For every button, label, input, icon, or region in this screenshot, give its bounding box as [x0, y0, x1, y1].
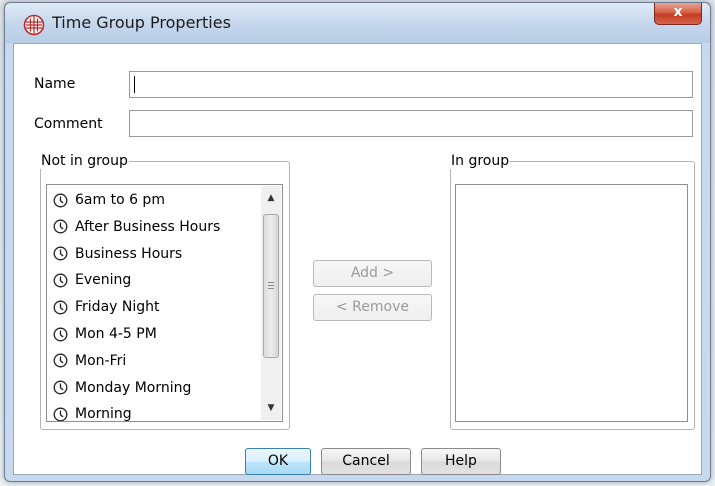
cancel-button[interactable]: Cancel: [321, 448, 411, 475]
scroll-down-icon[interactable]: ▼: [261, 400, 281, 416]
list-item-label: Morning: [75, 406, 132, 422]
remove-button[interactable]: < Remove: [313, 294, 432, 321]
text-caret: [134, 76, 135, 93]
clock-icon: [53, 327, 68, 341]
help-button[interactable]: Help: [421, 448, 501, 475]
window-title: Time Group Properties: [52, 13, 231, 32]
dialog-body: Name Comment Not in group Morning Monday …: [13, 43, 702, 475]
name-label: Name: [34, 76, 76, 92]
list-item-label: Business Hours: [75, 245, 183, 262]
list-item-label: Mon-Fri: [75, 352, 127, 369]
clock-icon: [53, 273, 68, 288]
list-item[interactable]: Business Hours: [53, 243, 182, 265]
clock-icon: [53, 219, 68, 234]
in-group-list[interactable]: [455, 184, 688, 422]
list-item[interactable]: 6am to 6 pm: [53, 189, 165, 211]
list-item-label: After Business Hours: [75, 218, 221, 235]
ok-button[interactable]: OK: [245, 448, 311, 475]
name-field[interactable]: [129, 71, 693, 98]
close-icon: x: [673, 4, 683, 20]
title-bar[interactable]: Time Group Properties x: [5, 3, 710, 43]
scroll-thumb[interactable]: [263, 214, 279, 358]
list-item[interactable]: Monday Morning: [53, 377, 191, 399]
list-item[interactable]: Mon 4-5 PM: [53, 323, 157, 345]
not-in-group-list[interactable]: Morning Monday Morning Mon-Fri Mon 4-5 PM Fr…: [46, 184, 283, 422]
list-item-label: Friday Night: [75, 299, 160, 316]
comment-field[interactable]: [129, 110, 693, 137]
close-button[interactable]: x: [654, 3, 702, 25]
list-item-label: Monday Morning: [75, 379, 192, 396]
clock-icon: [53, 193, 68, 207]
scroll-up-icon[interactable]: ▲: [261, 190, 281, 206]
list-item-label: Mon 4-5 PM: [75, 326, 157, 342]
clock-icon: [53, 407, 68, 421]
globe-grid-icon: [23, 14, 45, 36]
clock-icon: [53, 246, 68, 261]
not-in-group-legend: Not in group: [41, 153, 128, 169]
list-item[interactable]: After Business Hours: [53, 216, 220, 238]
clock-icon: [53, 353, 68, 368]
add-button[interactable]: Add >: [313, 260, 432, 287]
clock-icon: [53, 380, 68, 395]
list-item-label: 6am to 6 pm: [75, 192, 165, 208]
list-item[interactable]: Friday Night: [53, 296, 160, 318]
vertical-scrollbar[interactable]: ▲ ▼: [261, 186, 281, 420]
in-group-legend: In group: [451, 153, 510, 169]
dialog-window: Time Group Properties x Name Comment Not…: [4, 2, 711, 482]
list-item[interactable]: Evening: [53, 269, 131, 291]
list-item[interactable]: Mon-Fri: [53, 350, 126, 372]
clock-icon: [53, 300, 68, 315]
list-item[interactable]: Morning: [53, 403, 132, 422]
comment-label: Comment: [34, 116, 103, 132]
list-item-label: Evening: [75, 272, 132, 289]
